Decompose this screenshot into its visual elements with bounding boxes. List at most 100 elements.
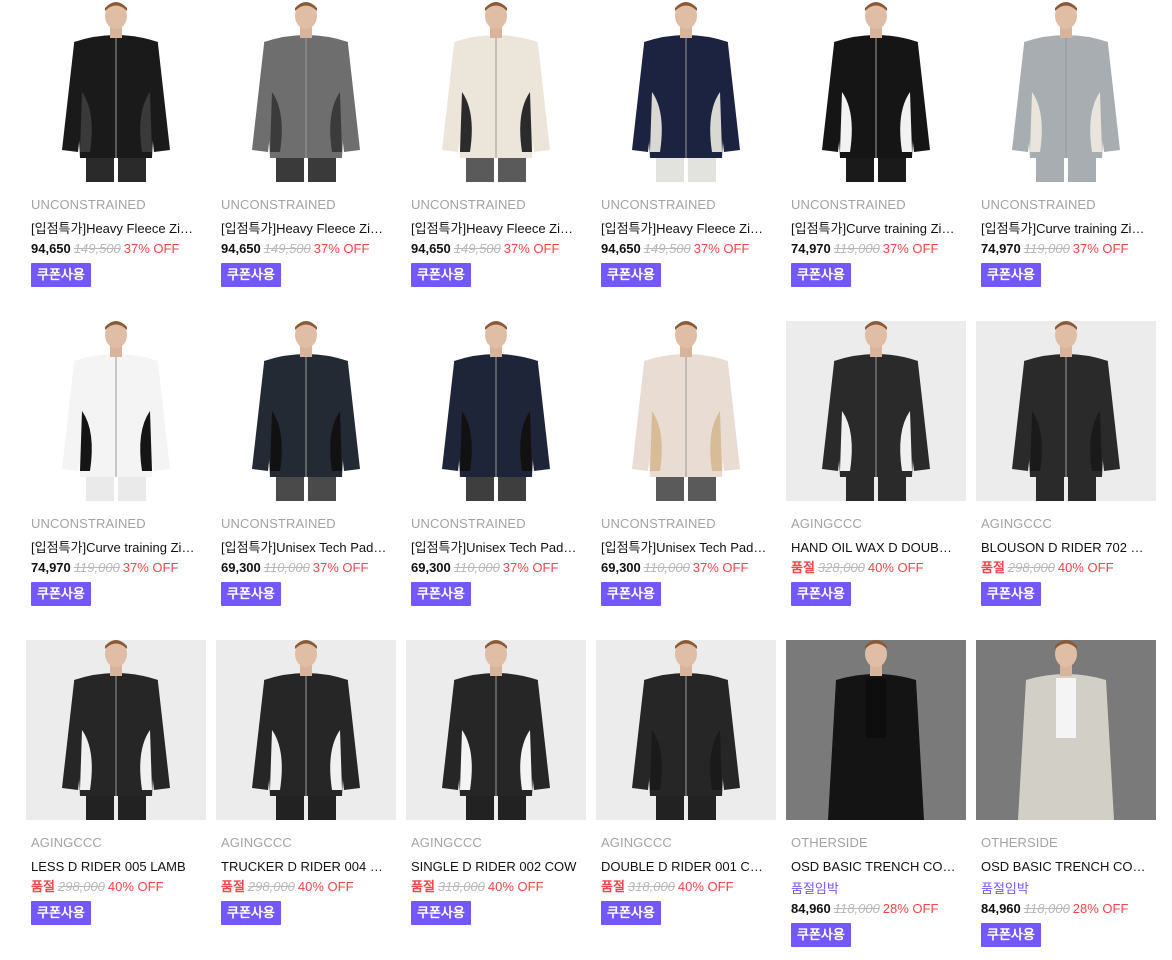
product-brand[interactable]: AGINGCCC: [411, 834, 586, 852]
coupon-badge[interactable]: 쿠폰사용: [31, 263, 91, 287]
product-card[interactable]: AGINGCCC TRUCKER D RIDER 004 LAMB 품절 298,00…: [216, 640, 396, 959]
product-title[interactable]: [입점특가]Heavy Fleece Zip-up Jacket: [601, 219, 769, 239]
coupon-badge[interactable]: 쿠폰사용: [411, 901, 471, 925]
product-title[interactable]: [입점특가]Heavy Fleece Zip-up Jacket: [411, 219, 579, 239]
original-price: 119,000: [73, 560, 120, 575]
product-card[interactable]: UNCONSTRAINED [입점특가]Heavy Fleece Zip-up J…: [26, 2, 206, 321]
coupon-badge[interactable]: 쿠폰사용: [31, 901, 91, 925]
product-title[interactable]: [입점특가]Unisex Tech Padding Vest: [221, 538, 389, 558]
product-brand[interactable]: UNCONSTRAINED: [31, 515, 206, 533]
coupon-badge[interactable]: 쿠폰사용: [221, 263, 281, 287]
product-image[interactable]: [26, 2, 206, 182]
coupon-badge[interactable]: 쿠폰사용: [981, 582, 1041, 606]
product-title[interactable]: [입점특가]Heavy Fleece Zip-up Jacket: [31, 219, 199, 239]
coupon-badge[interactable]: 쿠폰사용: [791, 923, 851, 947]
product-image[interactable]: [596, 2, 776, 182]
product-image[interactable]: [216, 321, 396, 501]
original-price: 118,000: [833, 901, 880, 916]
product-image[interactable]: [26, 640, 206, 820]
product-title[interactable]: [입점특가]Curve training Zip-up Jacket: [791, 219, 959, 239]
product-brand[interactable]: AGINGCCC: [981, 515, 1156, 533]
product-card[interactable]: OTHERSIDE OSD BASIC TRENCH COAT BEIGE 품절임박…: [976, 640, 1156, 959]
product-image[interactable]: [786, 2, 966, 182]
product-card[interactable]: AGINGCCC BLOUSON D RIDER 702 LAMB 품절 298,00…: [976, 321, 1156, 640]
product-card[interactable]: UNCONSTRAINED [입점특가]Unisex Tech Padding V…: [406, 321, 586, 640]
product-image[interactable]: [976, 640, 1156, 820]
product-title[interactable]: [입점특가]Curve training Zip-up Jacket: [981, 219, 1149, 239]
product-image[interactable]: [406, 321, 586, 501]
product-image[interactable]: [596, 321, 776, 501]
product-title[interactable]: HAND OIL WAX D DOUBLE RIDER: [791, 538, 959, 558]
product-image[interactable]: [406, 640, 586, 820]
coupon-badge[interactable]: 쿠폰사용: [411, 263, 471, 287]
product-title[interactable]: BLOUSON D RIDER 702 LAMB: [981, 538, 1149, 558]
product-title[interactable]: LESS D RIDER 005 LAMB: [31, 857, 199, 877]
sale-price: 69,300: [221, 560, 261, 575]
product-title[interactable]: [입점특가]Heavy Fleece Zip-up Jacket: [221, 219, 389, 239]
coupon-badge[interactable]: 쿠폰사용: [791, 582, 851, 606]
product-brand[interactable]: UNCONSTRAINED: [601, 196, 776, 214]
product-brand[interactable]: AGINGCCC: [601, 834, 776, 852]
product-card[interactable]: UNCONSTRAINED [입점특가]Heavy Fleece Zip-up J…: [216, 2, 396, 321]
coupon-badge[interactable]: 쿠폰사용: [791, 263, 851, 287]
coupon-badge[interactable]: 쿠폰사용: [411, 582, 471, 606]
product-image[interactable]: [976, 2, 1156, 182]
product-card[interactable]: UNCONSTRAINED [입점특가]Curve training Zip-up…: [26, 321, 206, 640]
model-photo-illustration: [216, 321, 396, 501]
product-title[interactable]: TRUCKER D RIDER 004 LAMB: [221, 857, 389, 877]
product-image[interactable]: [26, 321, 206, 501]
coupon-badge[interactable]: 쿠폰사용: [981, 263, 1041, 287]
product-brand[interactable]: AGINGCCC: [31, 834, 206, 852]
coupon-badge[interactable]: 쿠폰사용: [601, 263, 661, 287]
product-card[interactable]: UNCONSTRAINED [입점특가]Heavy Fleece Zip-up J…: [406, 2, 586, 321]
product-brand[interactable]: AGINGCCC: [221, 834, 396, 852]
product-brand[interactable]: UNCONSTRAINED: [981, 196, 1156, 214]
product-title[interactable]: [입점특가]Curve training Zip-up Jacket: [31, 538, 199, 558]
product-title[interactable]: [입점특가]Unisex Tech Padding Vest: [411, 538, 579, 558]
product-image[interactable]: [216, 2, 396, 182]
product-card[interactable]: AGINGCCCHAND OIL WAX D DOUBLE RIDER품절328…: [786, 321, 966, 640]
product-title[interactable]: DOUBLE D RIDER 001 COW: [601, 857, 769, 877]
coupon-badge[interactable]: 쿠폰사용: [981, 923, 1041, 947]
original-price: 118,000: [1023, 901, 1070, 916]
product-brand[interactable]: UNCONSTRAINED: [31, 196, 206, 214]
product-brand[interactable]: UNCONSTRAINED: [791, 196, 966, 214]
product-brand[interactable]: AGINGCCC: [791, 515, 966, 533]
product-card[interactable]: OTHERSIDE OSD BASIC TRENCH COAT BLACK 품절임박…: [786, 640, 966, 959]
product-image[interactable]: [786, 321, 966, 501]
product-brand[interactable]: UNCONSTRAINED: [221, 196, 396, 214]
coupon-badge[interactable]: 쿠폰사용: [221, 582, 281, 606]
product-brand[interactable]: UNCONSTRAINED: [601, 515, 776, 533]
product-info: AGINGCCC SINGLE D RIDER 002 COW 품절 318,000 4…: [406, 820, 586, 925]
product-title[interactable]: OSD BASIC TRENCH COAT BLACK: [791, 857, 959, 877]
product-brand[interactable]: UNCONSTRAINED: [411, 196, 586, 214]
product-card[interactable]: UNCONSTRAINED [입점특가]Curve training Zip-up…: [786, 2, 966, 321]
product-brand[interactable]: OTHERSIDE: [981, 834, 1156, 852]
product-brand[interactable]: OTHERSIDE: [791, 834, 966, 852]
product-image[interactable]: [786, 640, 966, 820]
product-card[interactable]: UNCONSTRAINED [입점특가]Curve training Zip-up…: [976, 2, 1156, 321]
coupon-badge[interactable]: 쿠폰사용: [601, 901, 661, 925]
model-photo-illustration: [406, 640, 586, 820]
product-card[interactable]: AGINGCCC DOUBLE D RIDER 001 COW 품절 318,000 4…: [596, 640, 776, 959]
product-image[interactable]: [216, 640, 396, 820]
product-title[interactable]: OSD BASIC TRENCH COAT BEIGE: [981, 857, 1149, 877]
coupon-badge[interactable]: 쿠폰사용: [601, 582, 661, 606]
model-photo-illustration: [26, 321, 206, 501]
coupon-badge[interactable]: 쿠폰사용: [221, 901, 281, 925]
product-card[interactable]: UNCONSTRAINED [입점특가]Unisex Tech Padding V…: [216, 321, 396, 640]
product-title[interactable]: [입점특가]Unisex Tech Padding Vest: [601, 538, 769, 558]
product-image[interactable]: [406, 2, 586, 182]
product-brand[interactable]: UNCONSTRAINED: [411, 515, 586, 533]
product-card[interactable]: UNCONSTRAINED [입점특가]Heavy Fleece Zip-up J…: [596, 2, 776, 321]
product-brand[interactable]: UNCONSTRAINED: [221, 515, 396, 533]
product-title[interactable]: SINGLE D RIDER 002 COW: [411, 857, 579, 877]
coupon-badge[interactable]: 쿠폰사용: [31, 582, 91, 606]
price-row: 74,970 119,000 37% OFF: [981, 239, 1156, 259]
product-card[interactable]: AGINGCCC SINGLE D RIDER 002 COW 품절 318,000 4…: [406, 640, 586, 959]
product-image[interactable]: [976, 321, 1156, 501]
product-card[interactable]: AGINGCCC LESS D RIDER 005 LAMB 품절 298,000 40…: [26, 640, 206, 959]
product-image[interactable]: [596, 640, 776, 820]
product-info: UNCONSTRAINED [입점특가]Heavy Fleece Zip-up J…: [596, 182, 776, 287]
product-card[interactable]: UNCONSTRAINED [입점특가]Unisex Tech Padding V…: [596, 321, 776, 640]
